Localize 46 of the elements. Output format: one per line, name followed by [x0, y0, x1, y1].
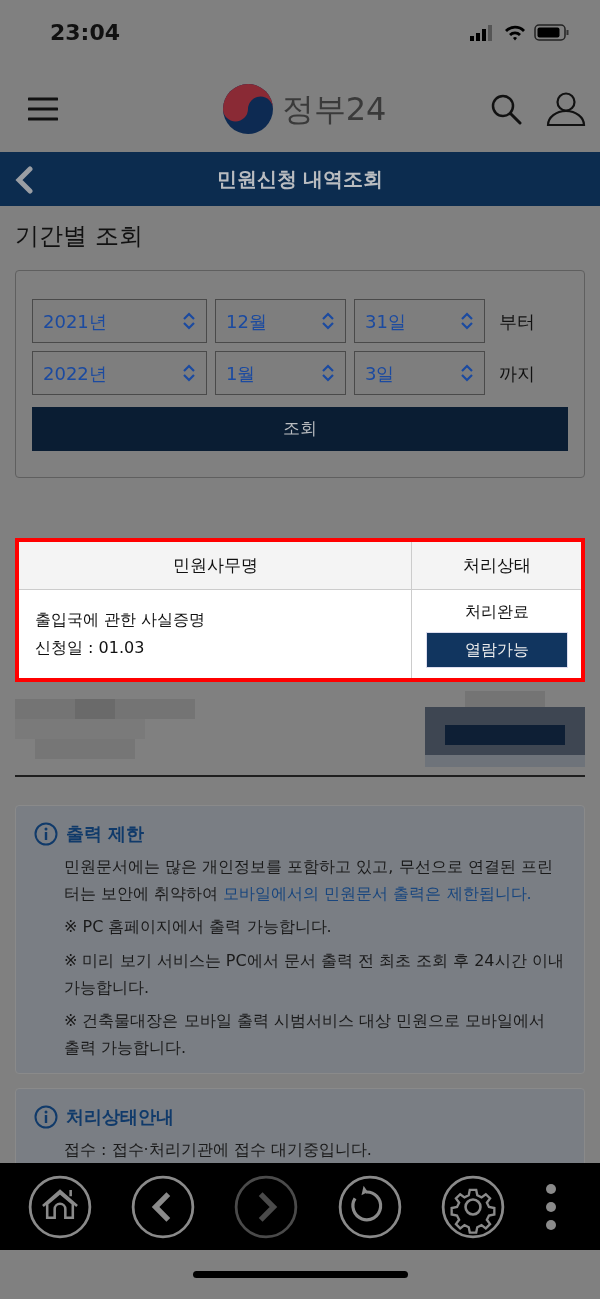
notice-title: 출력 제한 — [66, 822, 145, 846]
home-icon[interactable] — [28, 1174, 92, 1239]
application-date: 신청일 : 01.03 — [35, 637, 146, 659]
notice-title: 처리상태안내 — [66, 1105, 174, 1130]
page-title: 민원신청 내역조회 — [216, 166, 384, 193]
section-title: 기간별 조회 — [15, 221, 144, 252]
status-text: 처리완료 — [464, 601, 529, 623]
year-select[interactable]: 2021년 — [32, 299, 207, 343]
menu-icon[interactable] — [28, 95, 58, 122]
month-select[interactable]: 1월 — [215, 351, 346, 395]
back-icon[interactable] — [131, 1174, 196, 1239]
year-select[interactable]: 2022년 — [32, 351, 207, 395]
updown-icon — [460, 364, 474, 382]
notice-text: 민원문서에는 많은 개인정보를 포함하고 있고, 무선으로 연결된 프린터는 보안에 취약하여 모바일에서의 민원문서 출력은 제한됩니다. — [64, 856, 554, 906]
back-icon[interactable] — [14, 166, 34, 194]
updown-icon — [182, 364, 196, 382]
updown-icon — [321, 364, 335, 382]
month-select[interactable]: 12월 — [215, 299, 346, 343]
column-header: 민원사무명 — [171, 553, 259, 577]
view-button[interactable]: 열람가능 — [425, 632, 568, 668]
user-icon[interactable] — [546, 91, 586, 126]
day-select[interactable]: 3일 — [354, 351, 485, 395]
range-label: 부터 — [498, 309, 535, 334]
column-header: 처리상태 — [411, 542, 581, 589]
settings-icon[interactable] — [440, 1174, 505, 1239]
logo-text[interactable]: 정부24 — [281, 84, 387, 133]
updown-icon — [460, 312, 474, 330]
search-button[interactable]: 조회 — [32, 407, 568, 451]
more-icon[interactable] — [543, 1182, 558, 1231]
reload-icon[interactable] — [337, 1174, 402, 1239]
application-name: 출입국에 관한 사실증명 — [35, 609, 207, 631]
search-icon[interactable] — [490, 92, 522, 125]
logo-icon — [221, 82, 274, 135]
info-icon — [34, 821, 58, 846]
wifi-icon — [504, 24, 526, 41]
day-select[interactable]: 31일 — [354, 299, 485, 343]
range-label: 까지 — [498, 361, 535, 386]
notice-text: ※ 미리 보기 서비스는 PC에서 문서 출력 전 최초 조회 후 24시간 이내 가능합니다. — [64, 949, 565, 999]
updown-icon — [321, 312, 335, 330]
notice-text: ※ PC 홈페이지에서 출력 가능합니다. — [64, 916, 333, 939]
status-time: 23:04 — [50, 19, 121, 47]
info-icon — [34, 1104, 58, 1129]
notice-text: 접수 : 접수·처리기관에 접수 대기중입니다. — [64, 1139, 373, 1162]
battery-icon — [534, 24, 570, 41]
updown-icon — [182, 312, 196, 330]
notice-text: ※ 건축물대장은 모바일 출력 시범서비스 대상 민원으로 모바일에서 출력 가능합니다. — [64, 1009, 546, 1060]
